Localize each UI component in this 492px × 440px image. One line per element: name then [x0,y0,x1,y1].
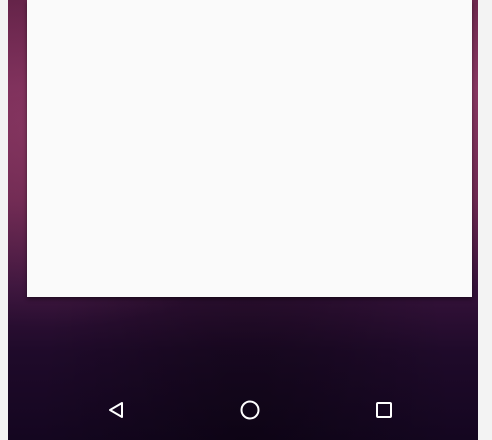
recents-square-icon [376,402,392,418]
home-button[interactable] [234,394,266,426]
left-screen-edge [0,0,8,440]
navigation-bar [0,380,492,440]
recents-button[interactable] [368,394,400,426]
right-screen-edge [478,0,492,440]
app-card-preview[interactable] [27,0,472,297]
home-circle-icon [240,400,260,420]
wallpaper-background [0,0,492,440]
back-button[interactable] [100,394,132,426]
back-triangle-icon [109,402,123,418]
